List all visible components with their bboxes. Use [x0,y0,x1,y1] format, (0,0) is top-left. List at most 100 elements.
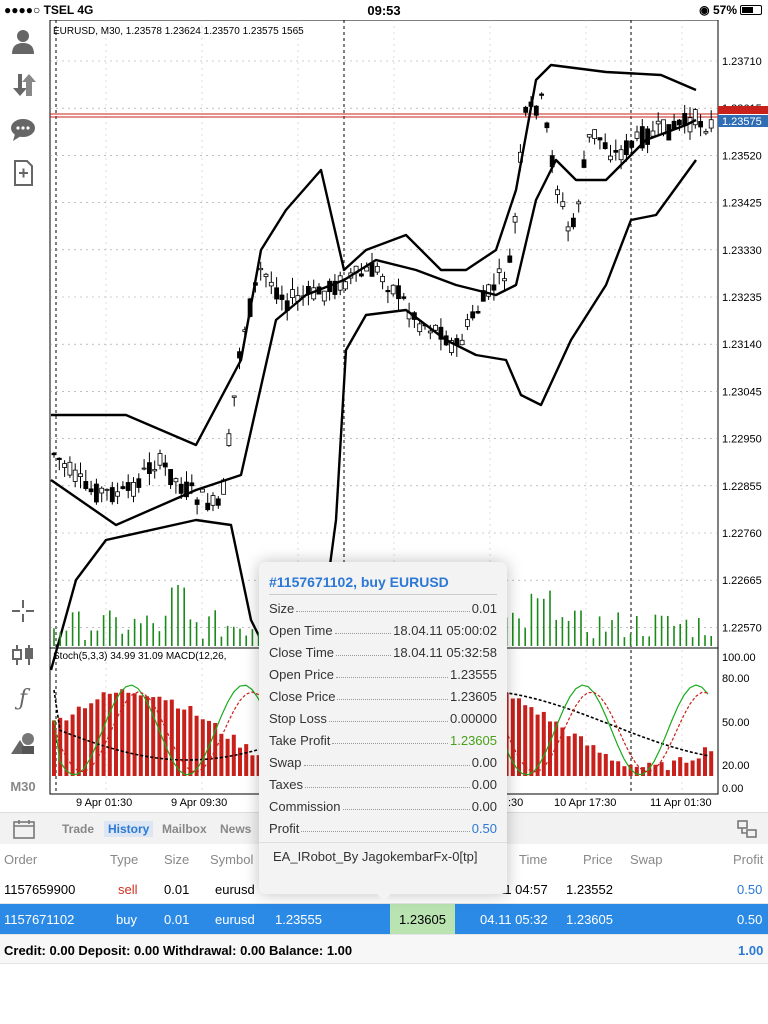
size-cell: 0.01 [164,912,190,927]
candle-body [708,119,714,129]
candle-body [624,140,629,155]
indicator-level-label: 20.00 [722,760,750,772]
macd-bar [64,720,69,776]
macd-bar [678,757,683,776]
macd-bar [616,761,621,776]
candle-body [369,262,375,277]
price-label: 1.23045 [722,386,762,398]
indicator-level-label: 0.00 [722,783,743,795]
popup-title: #1157671102, buy EURUSD [269,574,449,590]
candle-body [157,453,163,466]
candle-body [496,268,502,273]
candle-body [136,478,142,488]
candle-body [613,150,619,153]
candle-body [62,463,68,468]
candle-body [374,266,380,273]
price-label: 1.22855 [722,481,762,493]
macd-bar [591,745,596,776]
candle-body [502,278,507,282]
balance-total: 1.00 [738,943,764,958]
tab-mailbox[interactable]: Mailbox [162,822,207,836]
tab-history[interactable]: History [104,821,154,837]
time-cell: 04.11 05:32 [480,912,548,927]
candle-body [544,122,550,129]
price-label: 1.22760 [722,528,762,540]
candle-body [385,290,391,293]
candle-body [109,487,115,503]
price-cell: 1.23605 [566,912,613,927]
new-order-icon[interactable] [8,158,38,188]
candle-body [56,457,62,461]
timeframe-button[interactable]: M30 [8,772,38,802]
detail-taxes: Taxes 0.00 [269,777,497,792]
price-cell: 1.23552 [566,882,613,897]
table-row[interactable]: 1157671102 buy 0.01 eurusd 1.23555 1.236… [0,904,768,934]
candle-body [682,113,688,126]
chart-type-icon[interactable] [8,640,38,670]
candle-body [560,201,566,207]
candle-body [677,119,682,126]
macd-bar [126,692,131,776]
price-label: 1.23330 [722,245,762,257]
objects-icon[interactable] [8,728,38,758]
price-label: 1.22950 [722,434,762,446]
candle-body [120,486,126,489]
macd-bar [665,770,670,776]
trade-arrows-icon[interactable] [8,70,38,100]
order-cell: 1157671102 [4,912,75,927]
candle-body [523,106,529,113]
chat-icon[interactable] [8,114,38,144]
candle-body [78,473,83,477]
candle-body [645,128,650,145]
macd-bar [107,693,112,776]
macd-bar [672,760,676,776]
time-label: 10 Apr 17:30 [554,797,616,809]
candle-body [692,109,698,126]
macd-bar [138,695,143,776]
candle-body [597,137,603,141]
macd-bar [560,727,565,776]
crosshair-icon[interactable] [8,596,38,626]
candle-body [99,487,105,494]
battery-indicator: ◉ 57% [699,3,762,17]
candle-body [162,462,168,468]
candle-body [507,255,513,263]
candle-body [210,495,216,506]
tab-news[interactable]: News [220,822,251,836]
tab-trade[interactable]: Trade [62,822,94,836]
candle-body [629,140,635,148]
candle-body [539,93,545,96]
chart-toolbar: ƒ M30 [0,20,46,810]
balance-summary: Credit: 0.00 Deposit: 0.00 Withdrawal: 0… [0,934,768,964]
calendar-icon[interactable] [12,819,36,844]
candle-body [226,433,232,446]
bollinger-upper [51,63,697,447]
detail-take-profit: Take Profit 1.23605 [269,733,497,748]
price-label: 1.23710 [722,56,762,68]
candle-body [199,488,205,493]
profit-cell: 0.50 [737,882,763,897]
candle-body [634,131,640,139]
candle-body [459,339,465,346]
candle-body [51,452,57,456]
candle-body [698,120,703,128]
candle-body [390,284,396,295]
popup-divider [259,842,507,843]
macd-bar [585,745,590,776]
time-label: 9 Apr 01:30 [76,797,132,809]
macd-bar [151,697,156,776]
col-symbol: Symbol [210,852,254,867]
price-label: 1.23425 [722,198,762,210]
candle-body [475,311,481,314]
layout-icon[interactable] [736,819,758,844]
account-icon[interactable] [8,26,38,56]
candle-body [279,294,285,300]
macd-bar [622,766,627,776]
col-time: Time [519,852,548,867]
candle-body [231,395,237,398]
order-details-popup[interactable]: #1157671102, buy EURUSD Size 0.01 Open Ti… [259,562,507,901]
indicators-icon[interactable]: ƒ [8,684,38,714]
col-swap: Swap [630,852,663,867]
macd-bar [76,706,81,776]
macd-bar [653,764,658,776]
